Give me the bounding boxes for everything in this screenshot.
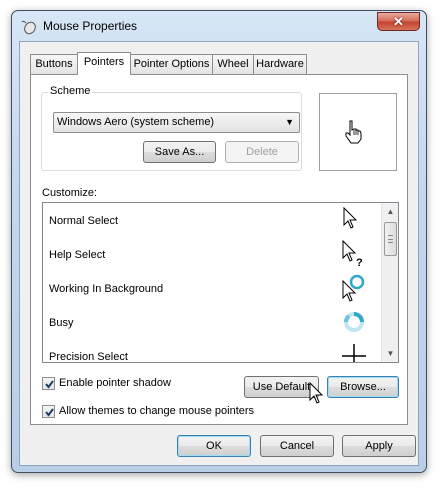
dialog-content: Buttons Pointers Pointer Options Wheel H… (19, 41, 419, 466)
list-item-normal-select[interactable]: Normal Select (43, 203, 381, 237)
ok-button[interactable]: OK (177, 435, 251, 457)
customize-label: Customize: (42, 187, 98, 199)
tab-pointers[interactable]: Pointers (77, 52, 131, 75)
mouse-properties-window: Mouse Properties ✕ Buttons Pointers Poin… (11, 10, 427, 473)
scroll-thumb[interactable] (384, 222, 397, 256)
busy-ring-icon (339, 307, 369, 337)
chevron-down-icon: ▼ (285, 117, 294, 127)
apply-button[interactable]: Apply (342, 435, 416, 457)
list-item-label: Normal Select (49, 215, 119, 227)
crosshair-icon (339, 341, 369, 362)
list-item-label: Precision Select (49, 351, 128, 363)
scheme-group: Scheme Windows Aero (system scheme) ▼ Sa… (41, 85, 302, 171)
pointers-panel: Scheme Windows Aero (system scheme) ▼ Sa… (30, 74, 408, 425)
list-item-help-select[interactable]: Help Select ? (43, 237, 381, 271)
working-cursor-icon (339, 273, 369, 303)
pointer-preview (319, 93, 397, 171)
mouse-cursor-icon (308, 381, 324, 409)
list-item-working-in-background[interactable]: Working In Background (43, 271, 381, 305)
arrow-cursor-icon (339, 205, 369, 235)
scroll-down-icon[interactable]: ▼ (382, 345, 398, 362)
enable-pointer-shadow-checkbox[interactable] (42, 377, 55, 390)
allow-themes-label: Allow themes to change mouse pointers (59, 405, 255, 417)
delete-button[interactable]: Delete (225, 141, 299, 163)
allow-themes-checkbox[interactable] (42, 405, 55, 418)
save-as-button[interactable]: Save As... (143, 141, 216, 163)
enable-pointer-shadow-label: Enable pointer shadow (59, 377, 171, 389)
scheme-selected-value: Windows Aero (system scheme) (57, 116, 215, 128)
cancel-button[interactable]: Cancel (260, 435, 334, 457)
svg-text:?: ? (356, 257, 363, 269)
list-item-busy[interactable]: Busy (43, 305, 381, 339)
list-scrollbar[interactable]: ▲ ▼ (381, 203, 398, 362)
tab-wheel[interactable]: Wheel (212, 54, 254, 74)
close-button[interactable]: ✕ (377, 12, 420, 31)
browse-button[interactable]: Browse... (327, 376, 399, 398)
list-item-label: Help Select (49, 249, 106, 261)
mouse-icon (21, 19, 39, 35)
scheme-label: Scheme (48, 85, 93, 97)
help-cursor-icon: ? (339, 239, 369, 269)
scroll-up-icon[interactable]: ▲ (382, 203, 398, 220)
hand-pointer-icon (344, 120, 364, 147)
tab-buttons[interactable]: Buttons (30, 54, 78, 74)
customize-listbox[interactable]: Normal Select Help Select ? Working In B… (42, 202, 399, 363)
title-bar[interactable]: Mouse Properties ✕ (12, 11, 426, 41)
list-item-precision-select[interactable]: Precision Select (43, 339, 381, 363)
list-item-label: Busy (49, 317, 74, 329)
scheme-dropdown[interactable]: Windows Aero (system scheme) ▼ (53, 112, 300, 133)
tab-hardware[interactable]: Hardware (253, 54, 307, 74)
tab-pointer-options[interactable]: Pointer Options (130, 54, 213, 74)
window-title: Mouse Properties (43, 19, 138, 33)
list-item-label: Working In Background (49, 283, 164, 295)
